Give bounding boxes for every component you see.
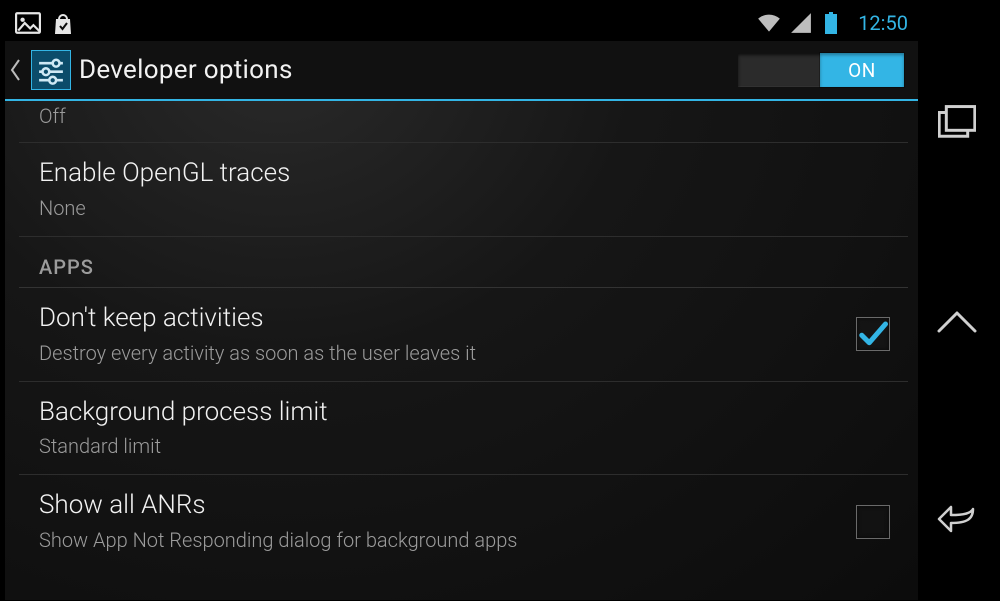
dont-keep-activities-checkbox[interactable] [856,317,890,351]
developer-options-icon [31,50,71,90]
actionbar: Developer options ON [5,41,918,101]
section-header-apps: APPS [5,237,918,287]
statusbar: 12:50 [5,5,918,41]
background-process-limit-summary: Standard limit [39,433,890,460]
dont-keep-activities-title: Don't keep activities [39,302,840,336]
developer-options-master-switch[interactable]: ON [738,53,904,87]
previous-item-summary: Off [39,103,890,130]
statusbar-system: 12:50 [756,11,908,35]
opengl-traces-title: Enable OpenGL traces [39,157,890,191]
hardware-nav [918,2,996,599]
battery-icon [824,12,850,34]
actionbar-title: Developer options [79,55,293,85]
home-button[interactable] [937,301,977,341]
screen: 12:50 [5,5,918,600]
switch-thumb-on: ON [820,53,904,87]
list-item-previous[interactable]: Off [5,101,918,142]
back-button[interactable] [937,499,977,539]
dont-keep-activities-summary: Destroy every activity as soon as the us… [39,340,840,367]
list-item-background-process-limit[interactable]: Background process limit Standard limit [5,382,918,475]
shopping-bag-notification-icon [51,12,77,34]
opengl-traces-summary: None [39,195,890,222]
statusbar-notifications[interactable] [15,12,77,34]
back-caret-icon [9,57,23,83]
list-item-opengl-traces[interactable]: Enable OpenGL traces None [5,143,918,236]
list-item-show-all-anrs[interactable]: Show all ANRs Show App Not Responding di… [5,475,918,568]
background-process-limit-title: Background process limit [39,396,890,430]
settings-list[interactable]: Off Enable OpenGL traces None APPS Don't… [5,101,918,600]
wifi-icon [756,12,782,34]
picture-notification-icon [15,12,41,34]
show-all-anrs-checkbox[interactable] [856,505,890,539]
show-all-anrs-summary: Show App Not Responding dialog for backg… [39,527,840,554]
actionbar-up[interactable]: Developer options [9,50,738,90]
clock: 12:50 [858,11,908,35]
list-item-dont-keep-activities[interactable]: Don't keep activities Destroy every acti… [5,288,918,381]
show-all-anrs-title: Show all ANRs [39,489,840,523]
device-frame: 12:50 [0,0,1000,601]
recents-button[interactable] [937,102,977,142]
cell-signal-icon [790,12,816,34]
